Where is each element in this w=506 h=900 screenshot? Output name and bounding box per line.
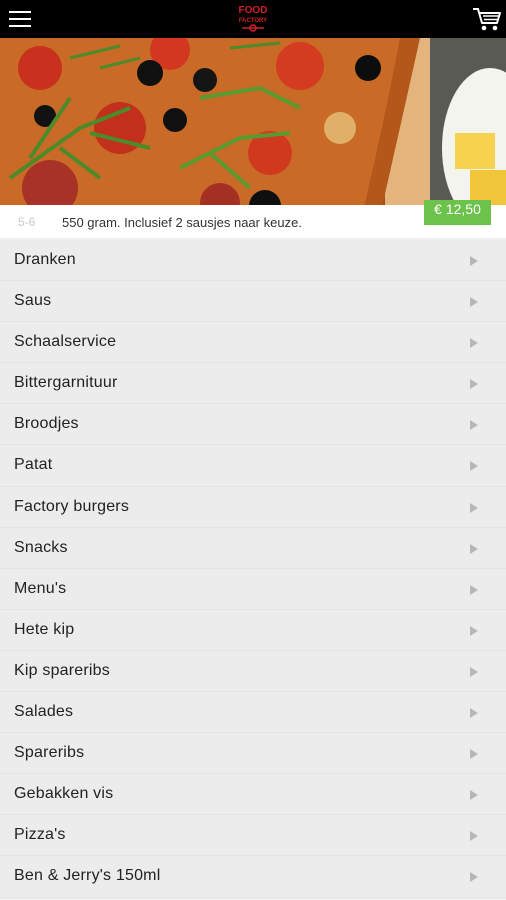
category-label: Schaalservice <box>14 333 117 351</box>
category-item-broodjes[interactable]: Broodjes <box>0 404 506 446</box>
chevron-right-icon <box>470 379 478 390</box>
category-label: Bittergarnituur <box>14 374 118 392</box>
chevron-right-icon <box>470 790 478 801</box>
category-item-hete-kip[interactable]: Hete kip <box>0 609 506 651</box>
category-label: Dranken <box>14 251 76 268</box>
chevron-right-icon <box>470 461 478 472</box>
category-item-menus[interactable]: Menu's <box>0 568 506 610</box>
category-label: Salades <box>14 703 74 721</box>
chevron-right-icon <box>470 625 478 636</box>
category-item-snacks[interactable]: Snacks <box>0 527 506 569</box>
promo-description: 550 gram. Inclusief 2 sausjes naar keuze… <box>62 215 302 230</box>
category-label: Spareribs <box>14 744 85 762</box>
chevron-right-icon <box>470 831 478 842</box>
category-item-salades[interactable]: Salades <box>0 692 506 734</box>
svg-text:FACTORY: FACTORY <box>239 18 267 24</box>
category-item-ben-jerrys[interactable]: Ben & Jerry's 150ml <box>0 856 506 898</box>
chevron-right-icon <box>470 584 478 595</box>
chevron-right-icon <box>470 420 478 431</box>
category-item-schaalservice[interactable]: Schaalservice <box>0 322 506 364</box>
promo-price-badge[interactable]: € 12,50 <box>424 200 491 225</box>
chevron-right-icon <box>470 666 478 677</box>
chevron-right-icon <box>470 502 478 513</box>
hamburger-menu-icon[interactable] <box>9 10 31 28</box>
category-label: Broodjes <box>14 415 79 433</box>
category-item-dranken[interactable]: Dranken <box>0 240 506 282</box>
chevron-right-icon <box>470 338 478 349</box>
chevron-right-icon <box>470 297 478 308</box>
top-app-bar: FOOD FACTORY <box>0 0 506 38</box>
category-item-gebakken-vis[interactable]: Gebakken vis <box>0 774 506 816</box>
category-label: Gebakken vis <box>14 785 114 803</box>
category-label: Menu's <box>14 579 67 597</box>
category-item-kip-spareribs[interactable]: Kip spareribs <box>0 650 506 693</box>
category-list: Dranken Saus Schaalservice Bittergarnitu… <box>0 240 506 898</box>
category-item-bittergarnituur[interactable]: Bittergarnituur <box>0 363 506 405</box>
promo-product-strip[interactable]: 5-6 550 gram. Inclusief 2 sausjes naar k… <box>0 200 506 238</box>
category-label: Pizza's <box>14 826 66 844</box>
category-item-saus[interactable]: Saus <box>0 281 506 323</box>
shopping-cart-icon[interactable] <box>472 6 502 32</box>
category-label: Kip spareribs <box>14 661 110 679</box>
promo-item-number: 5-6 <box>18 215 36 229</box>
pizza-hero-image <box>0 38 506 216</box>
category-item-factory-burgers[interactable]: Factory burgers <box>0 486 506 528</box>
category-label: Factory burgers <box>14 497 130 515</box>
category-item-patat[interactable]: Patat <box>0 445 506 487</box>
category-item-spareribs[interactable]: Spareribs <box>0 733 506 775</box>
chevron-right-icon <box>470 872 478 883</box>
svg-text:FOOD: FOOD <box>239 5 268 16</box>
category-item-pizzas[interactable]: Pizza's <box>0 815 506 857</box>
category-label: Saus <box>14 292 52 310</box>
category-label: Patat <box>14 456 53 474</box>
chevron-right-icon <box>470 543 478 554</box>
category-label: Ben & Jerry's 150ml <box>14 867 161 885</box>
category-label: Snacks <box>14 538 68 556</box>
chevron-right-icon <box>470 708 478 719</box>
food-factory-logo[interactable]: FOOD FACTORY <box>236 3 270 35</box>
chevron-right-icon <box>470 749 478 760</box>
chevron-right-icon <box>470 256 478 266</box>
category-label: Hete kip <box>14 620 75 638</box>
